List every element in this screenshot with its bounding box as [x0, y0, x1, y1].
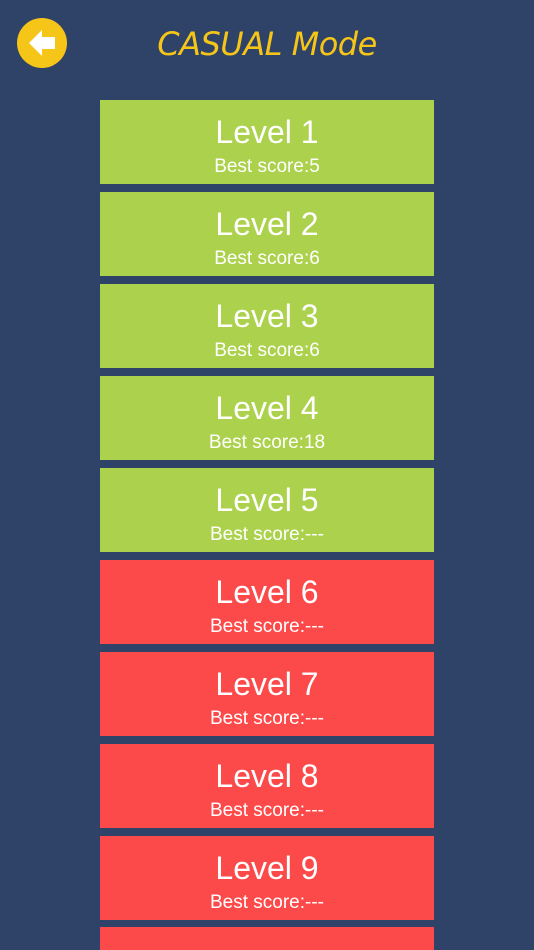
level-best-score: Best score:18 [208, 432, 326, 453]
level-name: Level 5 [215, 482, 319, 518]
level-name: Level 6 [215, 574, 319, 610]
level-card-7[interactable]: Level 7 Best score:--- [100, 652, 434, 736]
level-card-9[interactable]: Level 9 Best score:--- [100, 836, 434, 920]
level-name: Level 1 [215, 114, 319, 150]
level-name: Level 2 [215, 206, 319, 242]
level-card-5[interactable]: Level 5 Best score:--- [100, 468, 434, 552]
level-best-score: Best score:--- [209, 892, 325, 913]
level-best-score: Best score:5 [214, 156, 320, 177]
level-name: Level 4 [215, 390, 319, 426]
level-card-6[interactable]: Level 6 Best score:--- [100, 560, 434, 644]
level-name: Level 3 [215, 298, 319, 334]
level-card-3[interactable]: Level 3 Best score:6 [100, 284, 434, 368]
level-best-score: Best score:6 [214, 248, 320, 269]
page-title: CASUAL Mode [157, 25, 377, 63]
level-card-2[interactable]: Level 2 Best score:6 [100, 192, 434, 276]
level-list: Level 1 Best score:5 Level 2 Best score:… [100, 100, 434, 928]
level-best-score: Best score:--- [209, 616, 325, 637]
level-best-score: Best score:--- [209, 524, 325, 545]
level-best-score: Best score:--- [209, 800, 325, 821]
level-name: Level 9 [215, 850, 319, 886]
level-card-8[interactable]: Level 8 Best score:--- [100, 744, 434, 828]
level-best-score: Best score:6 [214, 340, 320, 361]
level-best-score: Best score:--- [209, 708, 325, 729]
level-name: Level 8 [215, 758, 319, 794]
level-card-4[interactable]: Level 4 Best score:18 [100, 376, 434, 460]
level-card-1[interactable]: Level 1 Best score:5 [100, 100, 434, 184]
level-card-10-partial[interactable] [100, 927, 434, 950]
level-name: Level 7 [215, 666, 319, 702]
